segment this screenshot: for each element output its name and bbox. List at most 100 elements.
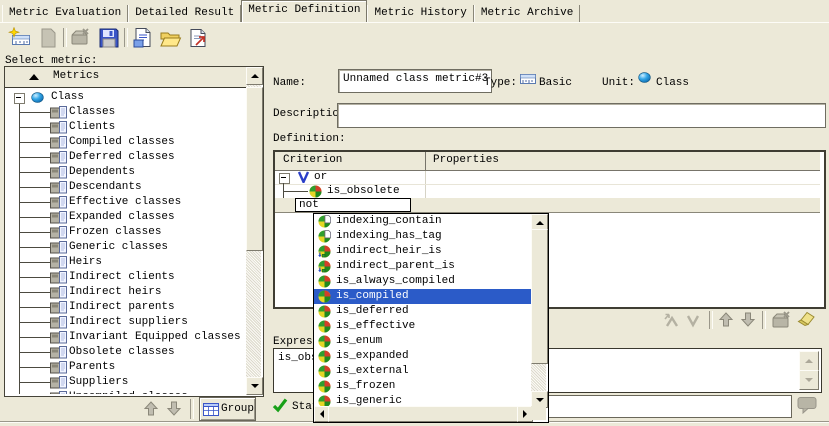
tree-item-label: Indirect suppliers [69, 315, 188, 330]
dropdown-item[interactable]: is_frozen [314, 379, 531, 394]
metric-icon [50, 181, 67, 194]
group-icon [203, 403, 219, 416]
description-field[interactable] [337, 103, 826, 128]
tree-item[interactable]: Expanded classes [5, 210, 246, 225]
grid-row-not[interactable]: not [275, 198, 820, 212]
tree-item[interactable]: Indirect clients [5, 270, 246, 285]
dropdown-item[interactable]: is_expanded [314, 349, 531, 364]
dropdown-vscrollbar[interactable] [531, 214, 546, 406]
tab-metric-definition[interactable]: Metric Definition [241, 0, 367, 22]
tree-branch-line [20, 127, 50, 128]
dropdown-item-label: is_external [336, 364, 409, 379]
scroll-down-button[interactable] [246, 377, 263, 395]
dropdown-item[interactable]: is_external [314, 364, 531, 379]
dropdown-item[interactable]: indexing_contain [314, 214, 531, 229]
criterion-icon [318, 320, 331, 333]
grid-row-or[interactable]: or [275, 170, 820, 184]
insert-and-icon[interactable] [663, 312, 679, 328]
tree-root-class[interactable]: Class [5, 90, 246, 105]
dropdown-item-label: is_enum [336, 334, 382, 349]
tree-item[interactable]: Indirect parents [5, 300, 246, 315]
tree-item[interactable]: Dependents [5, 165, 246, 180]
dropdown-item-label: is_compiled [336, 289, 409, 304]
expression-scroll-down-button[interactable] [799, 370, 819, 390]
tree-item[interactable]: Indirect heirs [5, 285, 246, 300]
tree-item[interactable]: Frozen classes [5, 225, 246, 240]
criterion-edit-box[interactable]: not [295, 198, 411, 212]
tree-item-label: Heirs [69, 255, 102, 270]
tree-item[interactable]: Heirs [5, 255, 246, 270]
import-metrics-icon[interactable] [131, 27, 155, 49]
metric-icon [50, 121, 67, 134]
scrollbar-thumb[interactable] [531, 229, 548, 364]
export-metrics-icon[interactable] [187, 27, 211, 49]
open-metric-file-icon[interactable] [159, 27, 183, 49]
metric-tree-panel: Metrics Class ClassesClientsCompiled cla… [4, 66, 264, 397]
tree-branch-line [20, 217, 50, 218]
collapse-box-icon[interactable] [14, 93, 25, 104]
column-criterion[interactable]: Criterion [283, 154, 342, 166]
column-properties[interactable]: Properties [433, 154, 499, 166]
tree-item[interactable]: Uncompiled classes [5, 390, 246, 394]
tree-item[interactable]: Classes [5, 105, 246, 120]
grid-row-is-obsolete[interactable]: is_obsolete [275, 184, 820, 198]
dropdown-item[interactable]: is_generic [314, 394, 531, 406]
metric-icon [50, 301, 67, 314]
scroll-up-button[interactable] [246, 67, 263, 85]
scrollbar-thumb[interactable] [246, 87, 263, 251]
dropdown-hscrollbar[interactable] [314, 406, 531, 420]
criterion-move-down-icon[interactable] [740, 311, 756, 328]
dropdown-item[interactable]: is_compiled [314, 289, 531, 304]
move-up-icon[interactable] [143, 400, 159, 417]
tree-item[interactable]: Invariant Equipped classes [5, 330, 246, 345]
move-down-icon[interactable] [166, 400, 182, 417]
tree-item[interactable]: Generic classes [5, 240, 246, 255]
tab-detailed-result[interactable]: Detailed Result [128, 5, 241, 22]
save-metric-icon[interactable] [97, 27, 121, 49]
tree-branch-line [20, 112, 50, 113]
dropdown-item-label: is_deferred [336, 304, 409, 319]
tab-metric-history[interactable]: Metric History [367, 5, 473, 22]
delete-metric-icon[interactable] [69, 27, 93, 49]
tree-column-header[interactable]: Metrics [5, 67, 246, 88]
scrollbar-thumb[interactable] [328, 406, 519, 422]
toolbar-separator [124, 28, 128, 47]
dropdown-item[interactable]: indexing_has_tag [314, 229, 531, 244]
tree-scrollbar[interactable] [246, 67, 261, 394]
tab-metric-archive[interactable]: Metric Archive [474, 5, 580, 22]
tree-item[interactable]: Deferred classes [5, 150, 246, 165]
tree-item[interactable]: Effective classes [5, 195, 246, 210]
duplicate-metric-icon[interactable] [36, 27, 60, 49]
comment-icon[interactable] [796, 396, 818, 414]
criterion-icon [318, 335, 331, 348]
tree-item[interactable]: Clients [5, 120, 246, 135]
dropdown-item[interactable]: is_always_compiled [314, 274, 531, 289]
group-button[interactable]: Group [199, 397, 256, 421]
delete-criterion-icon[interactable] [770, 310, 792, 329]
tab-metric-evaluation[interactable]: Metric Evaluation [2, 5, 128, 22]
criterion-dropdown-items: indexing_containindexing_has_tagindirect… [314, 214, 531, 406]
clear-definition-icon[interactable] [795, 311, 815, 327]
insert-or-icon[interactable] [685, 312, 701, 328]
new-metric-icon[interactable] [8, 27, 32, 49]
tree-branch-line [20, 172, 50, 173]
tree-item[interactable]: Suppliers [5, 375, 246, 390]
grid-row-label: or [314, 170, 327, 184]
criterion-move-up-icon[interactable] [718, 311, 734, 328]
dropdown-item[interactable]: is_effective [314, 319, 531, 334]
dropdown-item[interactable]: indirect_parent_is [314, 259, 531, 274]
name-field[interactable]: Unnamed class metric#3 [338, 69, 492, 93]
expression-scroll-up-button[interactable] [799, 351, 819, 371]
tree-item[interactable]: Obsolete classes [5, 345, 246, 360]
dropdown-item[interactable]: is_deferred [314, 304, 531, 319]
collapse-box-icon[interactable] [279, 173, 290, 184]
tree-item[interactable]: Parents [5, 360, 246, 375]
name-field-value: Unnamed class metric#3 [339, 70, 491, 85]
dropdown-item[interactable]: is_enum [314, 334, 531, 349]
tree-item[interactable]: Compiled classes [5, 135, 246, 150]
unit-label: Unit: [602, 76, 635, 90]
tree-item[interactable]: Indirect suppliers [5, 315, 246, 330]
dropdown-item[interactable]: indirect_heir_is [314, 244, 531, 259]
tree-item[interactable]: Descendants [5, 180, 246, 195]
metric-tree-body: Class ClassesClientsCompiled classesDefe… [5, 88, 246, 394]
